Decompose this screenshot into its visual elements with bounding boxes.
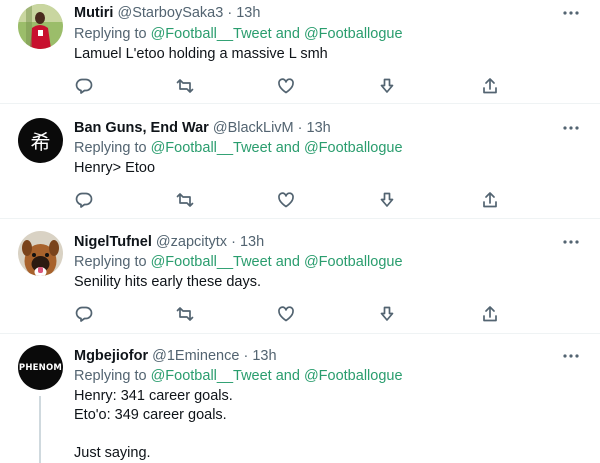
share-button[interactable] [480, 76, 500, 96]
dog-photo-avatar [18, 231, 63, 276]
thread-connector-line [39, 396, 41, 463]
retweet-icon [176, 193, 194, 207]
reply-icon [75, 78, 93, 94]
tweet-text: Lamuel L'etoo holding a massive L smh [74, 46, 328, 62]
mention-link[interactable]: @Footballogue [304, 254, 403, 270]
display-name[interactable]: Mutiri [74, 5, 113, 21]
mention-link[interactable]: @Football__Tweet [151, 26, 272, 42]
retweet-button[interactable] [175, 76, 195, 96]
like-icon [278, 192, 294, 208]
separator-dot: · [231, 234, 236, 250]
user-handle[interactable]: @BlackLivM [213, 120, 294, 136]
replying-to: Replying to @Football__Tweet and @Footba… [74, 25, 403, 43]
more-dots-icon [563, 126, 579, 130]
tweet-header: Ban Guns, End War @BlackLivM · 13h [74, 119, 331, 137]
reply-joiner[interactable]: and [272, 26, 304, 42]
tweet-header: Mgbejiofor @1Eminence · 13h [74, 347, 277, 365]
separator-dot: · [227, 5, 233, 21]
mention-link[interactable]: @Footballogue [304, 26, 403, 42]
tweet-text: Henry: 341 career goals. Eto'o: 349 care… [74, 388, 233, 461]
avatar[interactable] [18, 4, 63, 49]
timestamp[interactable]: 13h [240, 234, 264, 250]
user-handle[interactable]: @1Eminence [152, 348, 239, 364]
more-button[interactable] [562, 119, 580, 137]
more-dots-icon [563, 240, 579, 244]
downvote-button[interactable] [377, 190, 397, 210]
tweet-4[interactable]: PHENOM Mgbejiofor @1Eminence · 13h Reply… [0, 334, 600, 463]
retweet-button[interactable] [175, 304, 195, 324]
downvote-icon [380, 78, 394, 93]
more-button[interactable] [562, 4, 580, 22]
display-name[interactable]: NigelTufnel [74, 234, 152, 250]
avatar[interactable]: 希 [18, 118, 63, 163]
downvote-button[interactable] [377, 76, 397, 96]
reply-joiner[interactable]: and [272, 254, 304, 270]
more-button[interactable] [562, 233, 580, 251]
reply-joiner[interactable]: and [272, 140, 304, 156]
reply-button[interactable] [74, 76, 94, 96]
mention-link[interactable]: @Football__Tweet [151, 254, 272, 270]
avatar[interactable]: PHENOM [18, 345, 63, 390]
display-name[interactable]: Ban Guns, End War [74, 120, 209, 136]
replying-to-label: Replying to [74, 368, 151, 384]
separator-dot: · [243, 348, 249, 364]
action-bar [74, 190, 500, 210]
downvote-icon [380, 306, 394, 321]
mention-link[interactable]: @Football__Tweet [151, 140, 272, 156]
avatar[interactable] [18, 231, 63, 276]
reply-button[interactable] [74, 190, 94, 210]
tweet-2[interactable]: 希 Ban Guns, End War @BlackLivM · 13h Rep… [0, 104, 600, 219]
like-button[interactable] [276, 76, 296, 96]
mention-link[interactable]: @Footballogue [304, 140, 403, 156]
avatar-label: PHENOM [18, 362, 63, 373]
more-dots-icon [563, 11, 579, 15]
separator-dot: · [297, 120, 303, 136]
replying-to: Replying to @Football__Tweet and @Footba… [74, 367, 403, 385]
like-icon [278, 306, 294, 322]
mention-link[interactable]: @Footballogue [304, 368, 403, 384]
downvote-button[interactable] [377, 304, 397, 324]
replying-to-label: Replying to [74, 140, 151, 156]
retweet-button[interactable] [175, 190, 195, 210]
more-button[interactable] [562, 347, 580, 365]
timestamp[interactable]: 13h [236, 5, 260, 21]
replying-to-label: Replying to [74, 26, 151, 42]
user-handle[interactable]: @StarboySaka3 [118, 5, 224, 21]
tweet-text: Senility hits early these days. [74, 274, 261, 290]
share-button[interactable] [480, 190, 500, 210]
timestamp[interactable]: 13h [307, 120, 331, 136]
user-handle[interactable]: @zapcitytx [156, 234, 227, 250]
replying-to-label: Replying to [74, 254, 151, 270]
avatar-glyph: 希 [30, 130, 51, 154]
action-bar [74, 304, 500, 324]
tweet-1[interactable]: Mutiri @StarboySaka3 · 13h Replying to @… [0, 0, 600, 104]
like-button[interactable] [276, 304, 296, 324]
tweet-3[interactable]: NigelTufnel @zapcitytx · 13h Replying to… [0, 219, 600, 334]
tweet-header: NigelTufnel @zapcitytx · 13h [74, 233, 264, 251]
retweet-icon [176, 307, 194, 321]
reply-icon [75, 306, 93, 322]
tweet-text: Henry> Etoo [74, 160, 156, 176]
reply-feed: Mutiri @StarboySaka3 · 13h Replying to @… [0, 0, 600, 463]
replying-to: Replying to @Football__Tweet and @Footba… [74, 139, 403, 157]
display-name[interactable]: Mgbejiofor [74, 348, 148, 364]
share-button[interactable] [480, 304, 500, 324]
reply-button[interactable] [74, 304, 94, 324]
share-icon [483, 306, 497, 322]
action-bar [74, 76, 500, 96]
like-button[interactable] [276, 190, 296, 210]
retweet-icon [176, 79, 194, 93]
reply-icon [75, 192, 93, 208]
player-photo-avatar [18, 4, 63, 49]
share-icon [483, 78, 497, 94]
tweet-header: Mutiri @StarboySaka3 · 13h [74, 4, 260, 22]
like-icon [278, 78, 294, 94]
mention-link[interactable]: @Football__Tweet [151, 368, 272, 384]
more-dots-icon [563, 354, 579, 358]
timestamp[interactable]: 13h [252, 348, 276, 364]
replying-to: Replying to @Football__Tweet and @Footba… [74, 253, 403, 271]
share-icon [483, 192, 497, 208]
reply-joiner[interactable]: and [272, 368, 304, 384]
downvote-icon [380, 192, 394, 207]
